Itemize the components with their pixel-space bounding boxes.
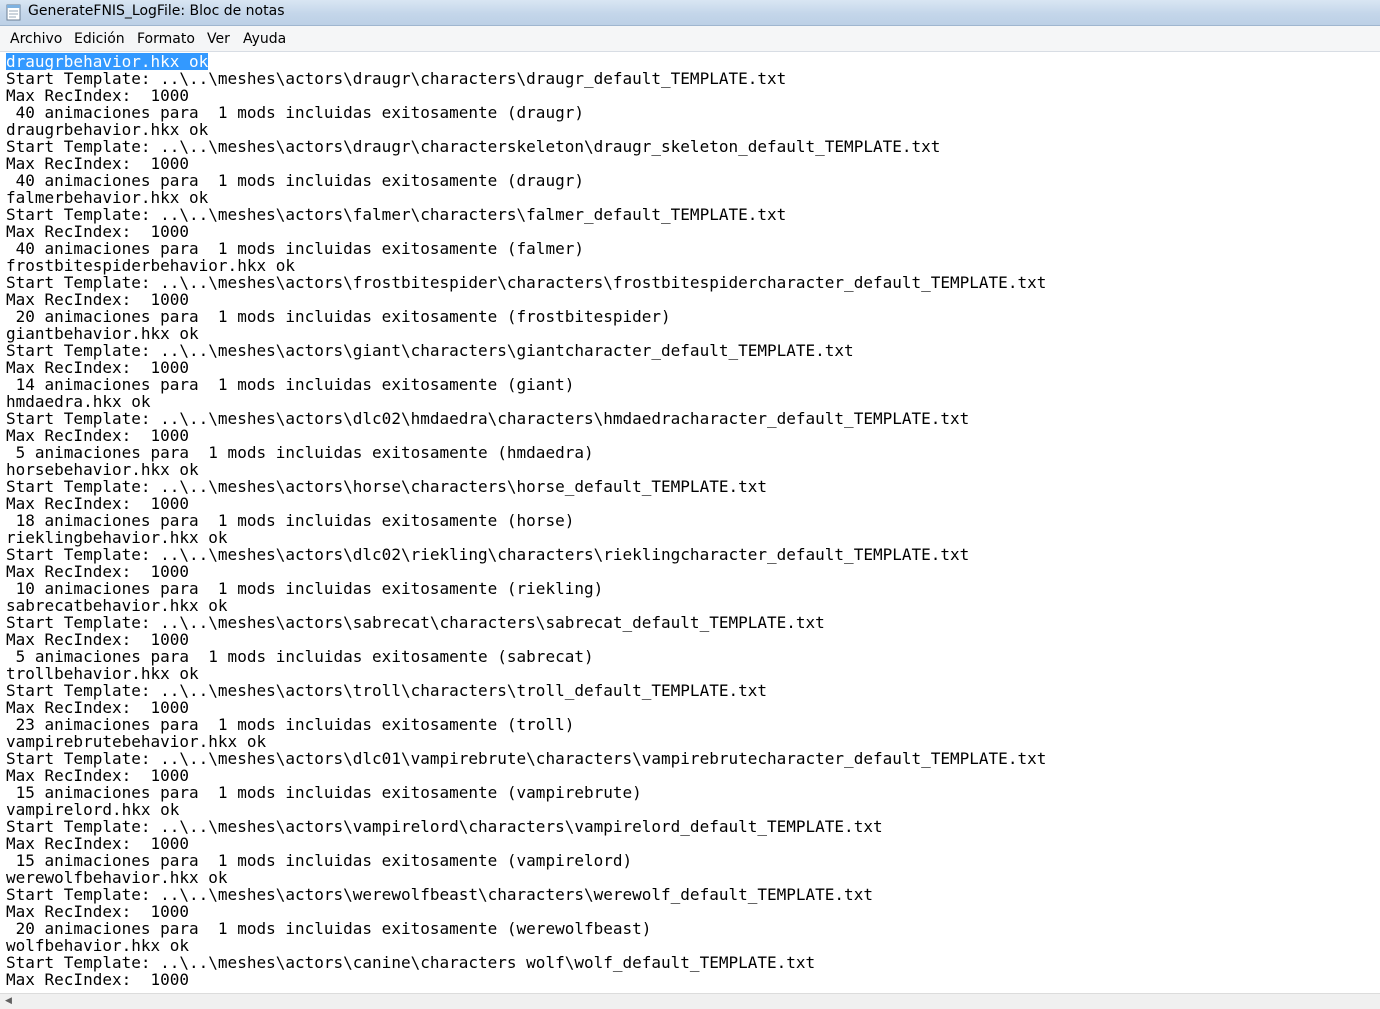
text-line: Start Template: ..\..\meshes\actors\hors… [6, 477, 767, 496]
window-title: GenerateFNIS_LogFile: Bloc de notas [28, 3, 285, 19]
text-line: Start Template: ..\..\meshes\actors\fros… [6, 273, 1047, 292]
text-line: Start Template: ..\..\meshes\actors\dlc0… [6, 409, 970, 428]
text-line: 10 animaciones para 1 mods incluidas exi… [6, 579, 604, 598]
text-line: Start Template: ..\..\meshes\actors\cani… [6, 953, 816, 972]
text-line: Max RecIndex: 1000 [6, 494, 190, 513]
text-line: wolfbehavior.hkx ok [6, 936, 190, 955]
text-line: Start Template: ..\..\meshes\actors\drau… [6, 137, 941, 156]
text-line: Max RecIndex: 1000 [6, 902, 190, 921]
text-line: Max RecIndex: 1000 [6, 426, 190, 445]
menu-archivo[interactable]: Archivo [10, 30, 62, 48]
text-line: Start Template: ..\..\meshes\actors\dlc0… [6, 545, 970, 564]
text-line: rieklingbehavior.hkx ok [6, 528, 228, 547]
text-line: Max RecIndex: 1000 [6, 154, 190, 173]
text-line: 20 animaciones para 1 mods incluidas exi… [6, 307, 671, 326]
text-line: horsebehavior.hkx ok [6, 460, 199, 479]
text-line: Start Template: ..\..\meshes\actors\falm… [6, 205, 787, 224]
menu-edicion[interactable]: Edición [74, 30, 125, 48]
text-line: 20 animaciones para 1 mods incluidas exi… [6, 919, 652, 938]
text-line: 18 animaciones para 1 mods incluidas exi… [6, 511, 575, 530]
text-line: 40 animaciones para 1 mods incluidas exi… [6, 171, 584, 190]
text-line: Start Template: ..\..\meshes\actors\drau… [6, 69, 787, 88]
text-line: 15 animaciones para 1 mods incluidas exi… [6, 783, 642, 802]
text-line: werewolfbehavior.hkx ok [6, 868, 228, 887]
text-line: Max RecIndex: 1000 [6, 290, 190, 309]
text-line: Max RecIndex: 1000 [6, 86, 190, 105]
text-line: 23 animaciones para 1 mods incluidas exi… [6, 715, 575, 734]
text-line: 14 animaciones para 1 mods incluidas exi… [6, 375, 575, 394]
text-line: frostbitespiderbehavior.hkx ok [6, 256, 295, 275]
notepad-window: GenerateFNIS_LogFile: Bloc de notas Arch… [0, 0, 1380, 1009]
text-line: sabrecatbehavior.hkx ok [6, 596, 228, 615]
text-line: Max RecIndex: 1000 [6, 222, 190, 241]
text-line: vampirelord.hkx ok [6, 800, 180, 819]
text-editor-area[interactable]: draugrbehavior.hkx ok Start Template: ..\… [0, 52, 1380, 993]
text-line: Start Template: ..\..\meshes\actors\were… [6, 885, 873, 904]
text-line: Max RecIndex: 1000 [6, 970, 190, 989]
text-line: draugrbehavior.hkx ok [6, 120, 209, 139]
text-line: Start Template: ..\..\meshes\actors\trol… [6, 681, 767, 700]
title-bar[interactable]: GenerateFNIS_LogFile: Bloc de notas [0, 0, 1380, 26]
text-line: 40 animaciones para 1 mods incluidas exi… [6, 103, 584, 122]
text-line: vampirebrutebehavior.hkx ok [6, 732, 267, 751]
text-line: falmerbehavior.hkx ok [6, 188, 209, 207]
text-line: hmdaedra.hkx ok [6, 392, 151, 411]
text-line: Max RecIndex: 1000 [6, 698, 190, 717]
text-line: Start Template: ..\..\meshes\actors\dlc0… [6, 749, 1047, 768]
text-line: 15 animaciones para 1 mods incluidas exi… [6, 851, 633, 870]
menu-ver[interactable]: Ver [207, 30, 230, 48]
text-line: Max RecIndex: 1000 [6, 766, 190, 785]
text-line: 5 animaciones para 1 mods incluidas exit… [6, 647, 594, 666]
text-line: Max RecIndex: 1000 [6, 834, 190, 853]
text-line: Max RecIndex: 1000 [6, 358, 190, 377]
text-line: 40 animaciones para 1 mods incluidas exi… [6, 239, 584, 258]
text-line: 5 animaciones para 1 mods incluidas exit… [6, 443, 594, 462]
text-line: giantbehavior.hkx ok [6, 324, 199, 343]
notepad-icon [6, 4, 21, 21]
scroll-left-icon[interactable]: ◀ [0, 994, 17, 1009]
menu-formato[interactable]: Formato [137, 30, 195, 48]
text-line: trollbehavior.hkx ok [6, 664, 199, 683]
menu-ayuda[interactable]: Ayuda [243, 30, 286, 48]
text-line: Max RecIndex: 1000 [6, 630, 190, 649]
text-line: Start Template: ..\..\meshes\actors\sabr… [6, 613, 825, 632]
text-line: Start Template: ..\..\meshes\actors\vamp… [6, 817, 883, 836]
selected-text-line: draugrbehavior.hkx ok [6, 52, 209, 71]
horizontal-scrollbar[interactable]: ◀ [0, 993, 1380, 1009]
menu-bar: Archivo Edición Formato Ver Ayuda [0, 26, 1380, 52]
text-line: Start Template: ..\..\meshes\actors\gian… [6, 341, 854, 360]
text-line: Max RecIndex: 1000 [6, 562, 190, 581]
